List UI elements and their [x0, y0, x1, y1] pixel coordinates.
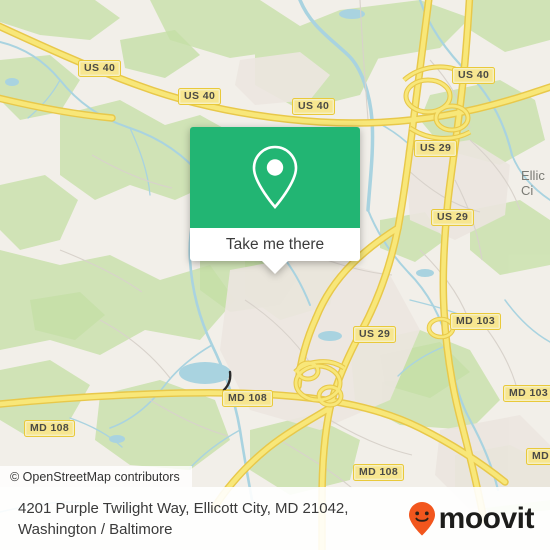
moovit-logo[interactable]: moovit	[407, 501, 535, 537]
callout-image-area	[190, 127, 360, 228]
address-line-1: 4201 Purple Twilight Way, Ellicott City,…	[18, 499, 349, 517]
road-shield[interactable]: MD 103	[503, 385, 550, 402]
place-label-line2: Ci	[521, 183, 534, 198]
place-label-ellicott-city: Ellic Ci	[521, 168, 545, 198]
road-shield[interactable]: US 29	[431, 209, 475, 226]
footer-bar: 4201 Purple Twilight Way, Ellicott City,…	[0, 487, 550, 550]
road-shield[interactable]: US 29	[353, 326, 397, 343]
road-shield[interactable]: MD 108	[222, 390, 274, 407]
road-shield[interactable]: US 40	[78, 60, 122, 77]
road-shield[interactable]: MD 103	[526, 448, 550, 465]
moovit-wordmark: moovit	[438, 501, 535, 535]
map-screenshot: US 40 US 40 US 40 US 40 US 29 US 29 US 2…	[0, 0, 550, 550]
road-shield[interactable]: MD 108	[353, 464, 405, 481]
road-shield[interactable]: US 40	[452, 67, 496, 84]
take-me-there-button[interactable]: Take me there	[190, 228, 360, 261]
road-shield[interactable]: US 40	[292, 98, 336, 115]
road-shield[interactable]: MD 103	[450, 313, 502, 330]
callout-pointer-tip	[262, 261, 288, 274]
address-text: 4201 Purple Twilight Way, Ellicott City,…	[18, 498, 348, 540]
road-shield[interactable]: US 29	[414, 140, 458, 157]
osm-attribution[interactable]: © OpenStreetMap contributors	[0, 466, 192, 487]
place-label-line1: Ellic	[521, 168, 545, 183]
road-shield[interactable]: MD 108	[24, 420, 76, 437]
destination-callout-card[interactable]: Take me there	[190, 127, 360, 274]
moovit-pin-icon	[408, 501, 435, 535]
address-line-2: Washington / Baltimore	[18, 520, 173, 538]
road-shield[interactable]: US 40	[178, 88, 222, 105]
map-pin-icon	[252, 145, 298, 209]
